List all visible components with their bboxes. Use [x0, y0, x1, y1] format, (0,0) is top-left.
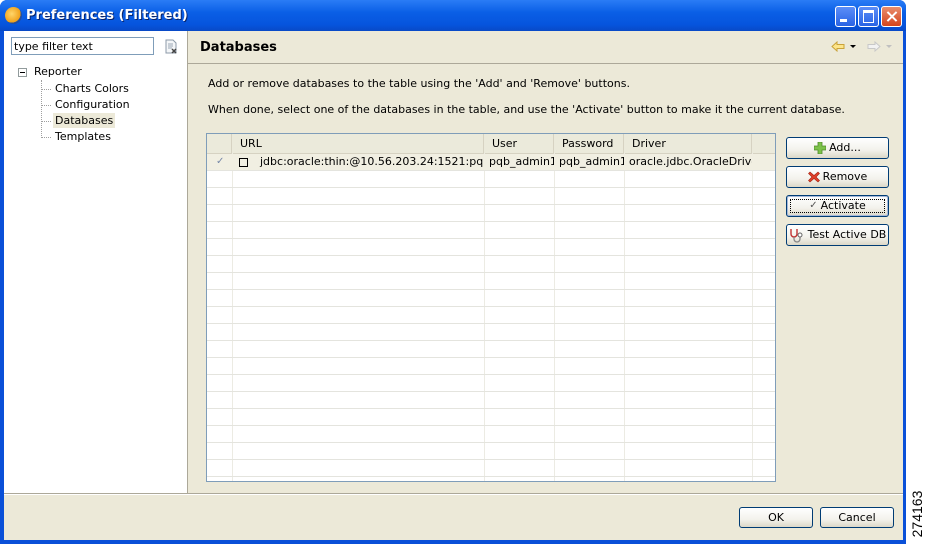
empty-table-row [207, 273, 775, 290]
empty-table-row [207, 171, 775, 188]
back-dropdown-icon[interactable] [850, 45, 856, 48]
page-header: Databases [188, 31, 903, 63]
app-icon [5, 7, 22, 24]
preferences-window: Preferences (Filtered) Reporter Cha [0, 0, 906, 544]
empty-table-row [207, 460, 775, 477]
databases-table[interactable]: URL User Password Driver ✓ jdbc:oracle:t… [206, 133, 776, 482]
databases-page: Databases Add or remove databases to the… [188, 31, 903, 493]
filter-input[interactable] [11, 37, 154, 55]
dialog-client-area: Reporter Charts Colors Configuration Dat… [4, 31, 903, 540]
footer-divider-highlight [4, 494, 903, 495]
tree-item-label: Databases [53, 113, 116, 128]
collapse-icon[interactable] [18, 68, 27, 77]
empty-table-row [207, 358, 775, 375]
tree-item-label: Configuration [55, 98, 130, 111]
plus-icon [814, 142, 827, 154]
activate-button-label: Activate [820, 199, 866, 212]
title-bar[interactable]: Preferences (Filtered) [0, 0, 906, 31]
preferences-tree-pane: Reporter Charts Colors Configuration Dat… [4, 31, 188, 493]
column-header-url[interactable]: URL [232, 134, 484, 153]
column-header-password[interactable]: Password [554, 134, 624, 153]
minimize-button[interactable] [835, 6, 856, 27]
clear-filter-icon[interactable] [165, 39, 177, 54]
figure-id-label: 274163 [907, 486, 927, 542]
empty-table-row [207, 443, 775, 460]
remove-x-icon [807, 171, 820, 183]
test-active-db-button[interactable]: Test Active DB [786, 224, 889, 246]
empty-table-row [207, 375, 775, 392]
column-header-active[interactable] [207, 134, 232, 153]
ok-button[interactable]: OK [739, 507, 813, 528]
add-button[interactable]: Add... [786, 137, 889, 159]
empty-table-row [207, 222, 775, 239]
window-title: Preferences (Filtered) [26, 8, 188, 23]
cell-password: pqb_admin1 [559, 155, 624, 168]
back-arrow-icon[interactable] [831, 41, 845, 52]
empty-table-row [207, 324, 775, 341]
remove-button[interactable]: Remove [786, 166, 889, 188]
table-row[interactable]: ✓ jdbc:oracle:thin:@10.56.203.24:1521:pq… [207, 154, 775, 171]
empty-table-row [207, 477, 775, 481]
cell-driver: oracle.jdbc.OracleDriver [629, 155, 752, 168]
empty-table-row [207, 341, 775, 358]
active-check-icon: ✓ [216, 156, 225, 167]
empty-table-row [207, 239, 775, 256]
tree-item-label: Templates [55, 130, 111, 143]
maximize-button[interactable] [858, 6, 879, 27]
stethoscope-icon [789, 228, 803, 243]
page-title: Databases [200, 40, 277, 55]
description-activate: When done, select one of the databases i… [208, 103, 845, 116]
cancel-button[interactable]: Cancel [820, 507, 894, 528]
empty-table-row [207, 205, 775, 222]
table-header: URL User Password Driver [207, 134, 775, 154]
empty-table-row [207, 188, 775, 205]
header-divider [188, 63, 903, 64]
description-add-remove: Add or remove databases to the table usi… [208, 77, 630, 90]
column-header-user[interactable]: User [484, 134, 554, 153]
tree-node-label: Reporter [34, 65, 82, 78]
row-checkbox[interactable] [239, 158, 248, 167]
column-header-driver[interactable]: Driver [624, 134, 752, 153]
close-button[interactable] [881, 6, 902, 27]
add-button-label: Add... [829, 141, 861, 154]
remove-button-label: Remove [822, 170, 868, 183]
tree-item-label: Charts Colors [55, 82, 129, 95]
empty-table-row [207, 307, 775, 324]
cell-url: jdbc:oracle:thin:@10.56.203.24:1521:pqub… [260, 155, 484, 168]
empty-table-row [207, 256, 775, 273]
checkmark-icon: ✓ [809, 200, 818, 211]
empty-table-row [207, 426, 775, 443]
empty-table-row [207, 409, 775, 426]
figure-id-text: 274163 [909, 490, 925, 538]
cell-user: pqb_admin1 [489, 155, 554, 168]
empty-table-row [207, 392, 775, 409]
test-active-db-button-label: Test Active DB [807, 228, 887, 241]
activate-button[interactable]: ✓ Activate [786, 195, 889, 217]
forward-arrow-icon [867, 41, 881, 52]
forward-dropdown-icon [886, 45, 892, 48]
empty-table-row [207, 290, 775, 307]
